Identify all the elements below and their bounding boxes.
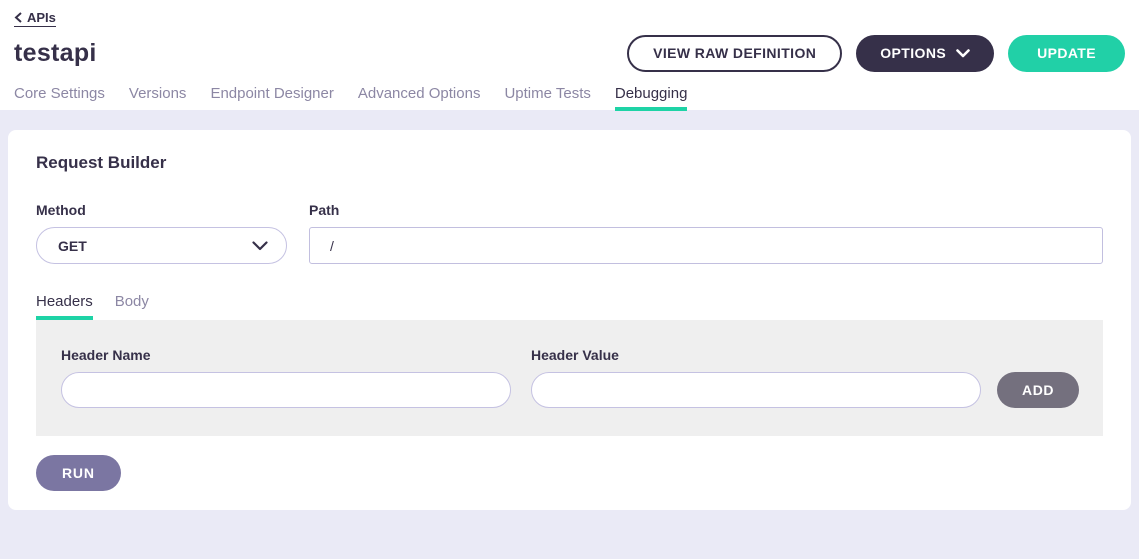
tab-versions[interactable]: Versions — [129, 85, 187, 111]
tab-core-settings[interactable]: Core Settings — [14, 85, 105, 111]
header-name-group: Header Name — [61, 347, 511, 408]
tab-debugging[interactable]: Debugging — [615, 85, 688, 111]
page-title: testapi — [14, 39, 97, 68]
nav-tabs: Core Settings Versions Endpoint Designer… — [14, 85, 1125, 111]
top-bar: APIs testapi VIEW RAW DEFINITION OPTIONS… — [0, 0, 1139, 110]
breadcrumb-label: APIs — [27, 10, 56, 25]
header-value-group: Header Value — [531, 347, 981, 408]
request-builder-card: Request Builder Method GET Path Headers … — [8, 130, 1131, 510]
add-header-button[interactable]: ADD — [997, 372, 1079, 408]
options-button[interactable]: OPTIONS — [856, 35, 994, 72]
method-selected-value: GET — [58, 238, 87, 254]
path-input[interactable] — [309, 227, 1103, 264]
header-value-label: Header Value — [531, 347, 981, 363]
request-sub-tabs: Headers Body — [36, 293, 1103, 320]
method-path-row: Method GET Path — [36, 202, 1103, 264]
header-name-label: Header Name — [61, 347, 511, 363]
method-field-group: Method GET — [36, 202, 287, 264]
chevron-down-icon — [252, 238, 268, 254]
header-name-input[interactable] — [61, 372, 511, 408]
path-field-group: Path — [309, 202, 1103, 264]
tab-advanced-options[interactable]: Advanced Options — [358, 85, 481, 111]
breadcrumb-back-link[interactable]: APIs — [14, 10, 56, 27]
tab-headers[interactable]: Headers — [36, 293, 93, 320]
view-raw-definition-button[interactable]: VIEW RAW DEFINITION — [627, 35, 842, 72]
request-builder-title: Request Builder — [36, 153, 1103, 173]
run-button[interactable]: RUN — [36, 455, 121, 491]
options-label: OPTIONS — [880, 45, 946, 61]
update-label: UPDATE — [1037, 45, 1096, 61]
view-raw-definition-label: VIEW RAW DEFINITION — [653, 45, 816, 61]
path-label: Path — [309, 202, 1103, 218]
headers-panel: Header Name Header Value ADD — [36, 320, 1103, 436]
run-label: RUN — [62, 465, 95, 481]
title-row: testapi VIEW RAW DEFINITION OPTIONS UPDA… — [14, 34, 1125, 72]
method-select[interactable]: GET — [36, 227, 287, 264]
method-label: Method — [36, 202, 287, 218]
tab-body[interactable]: Body — [115, 293, 149, 320]
update-button[interactable]: UPDATE — [1008, 35, 1125, 72]
header-actions: VIEW RAW DEFINITION OPTIONS UPDATE — [627, 35, 1125, 72]
tab-uptime-tests[interactable]: Uptime Tests — [504, 85, 590, 111]
tab-endpoint-designer[interactable]: Endpoint Designer — [210, 85, 333, 111]
chevron-down-icon — [956, 45, 970, 61]
add-header-label: ADD — [1022, 382, 1054, 398]
chevron-left-icon — [14, 12, 23, 23]
main-content: Request Builder Method GET Path Headers … — [0, 110, 1139, 510]
header-value-input[interactable] — [531, 372, 981, 408]
